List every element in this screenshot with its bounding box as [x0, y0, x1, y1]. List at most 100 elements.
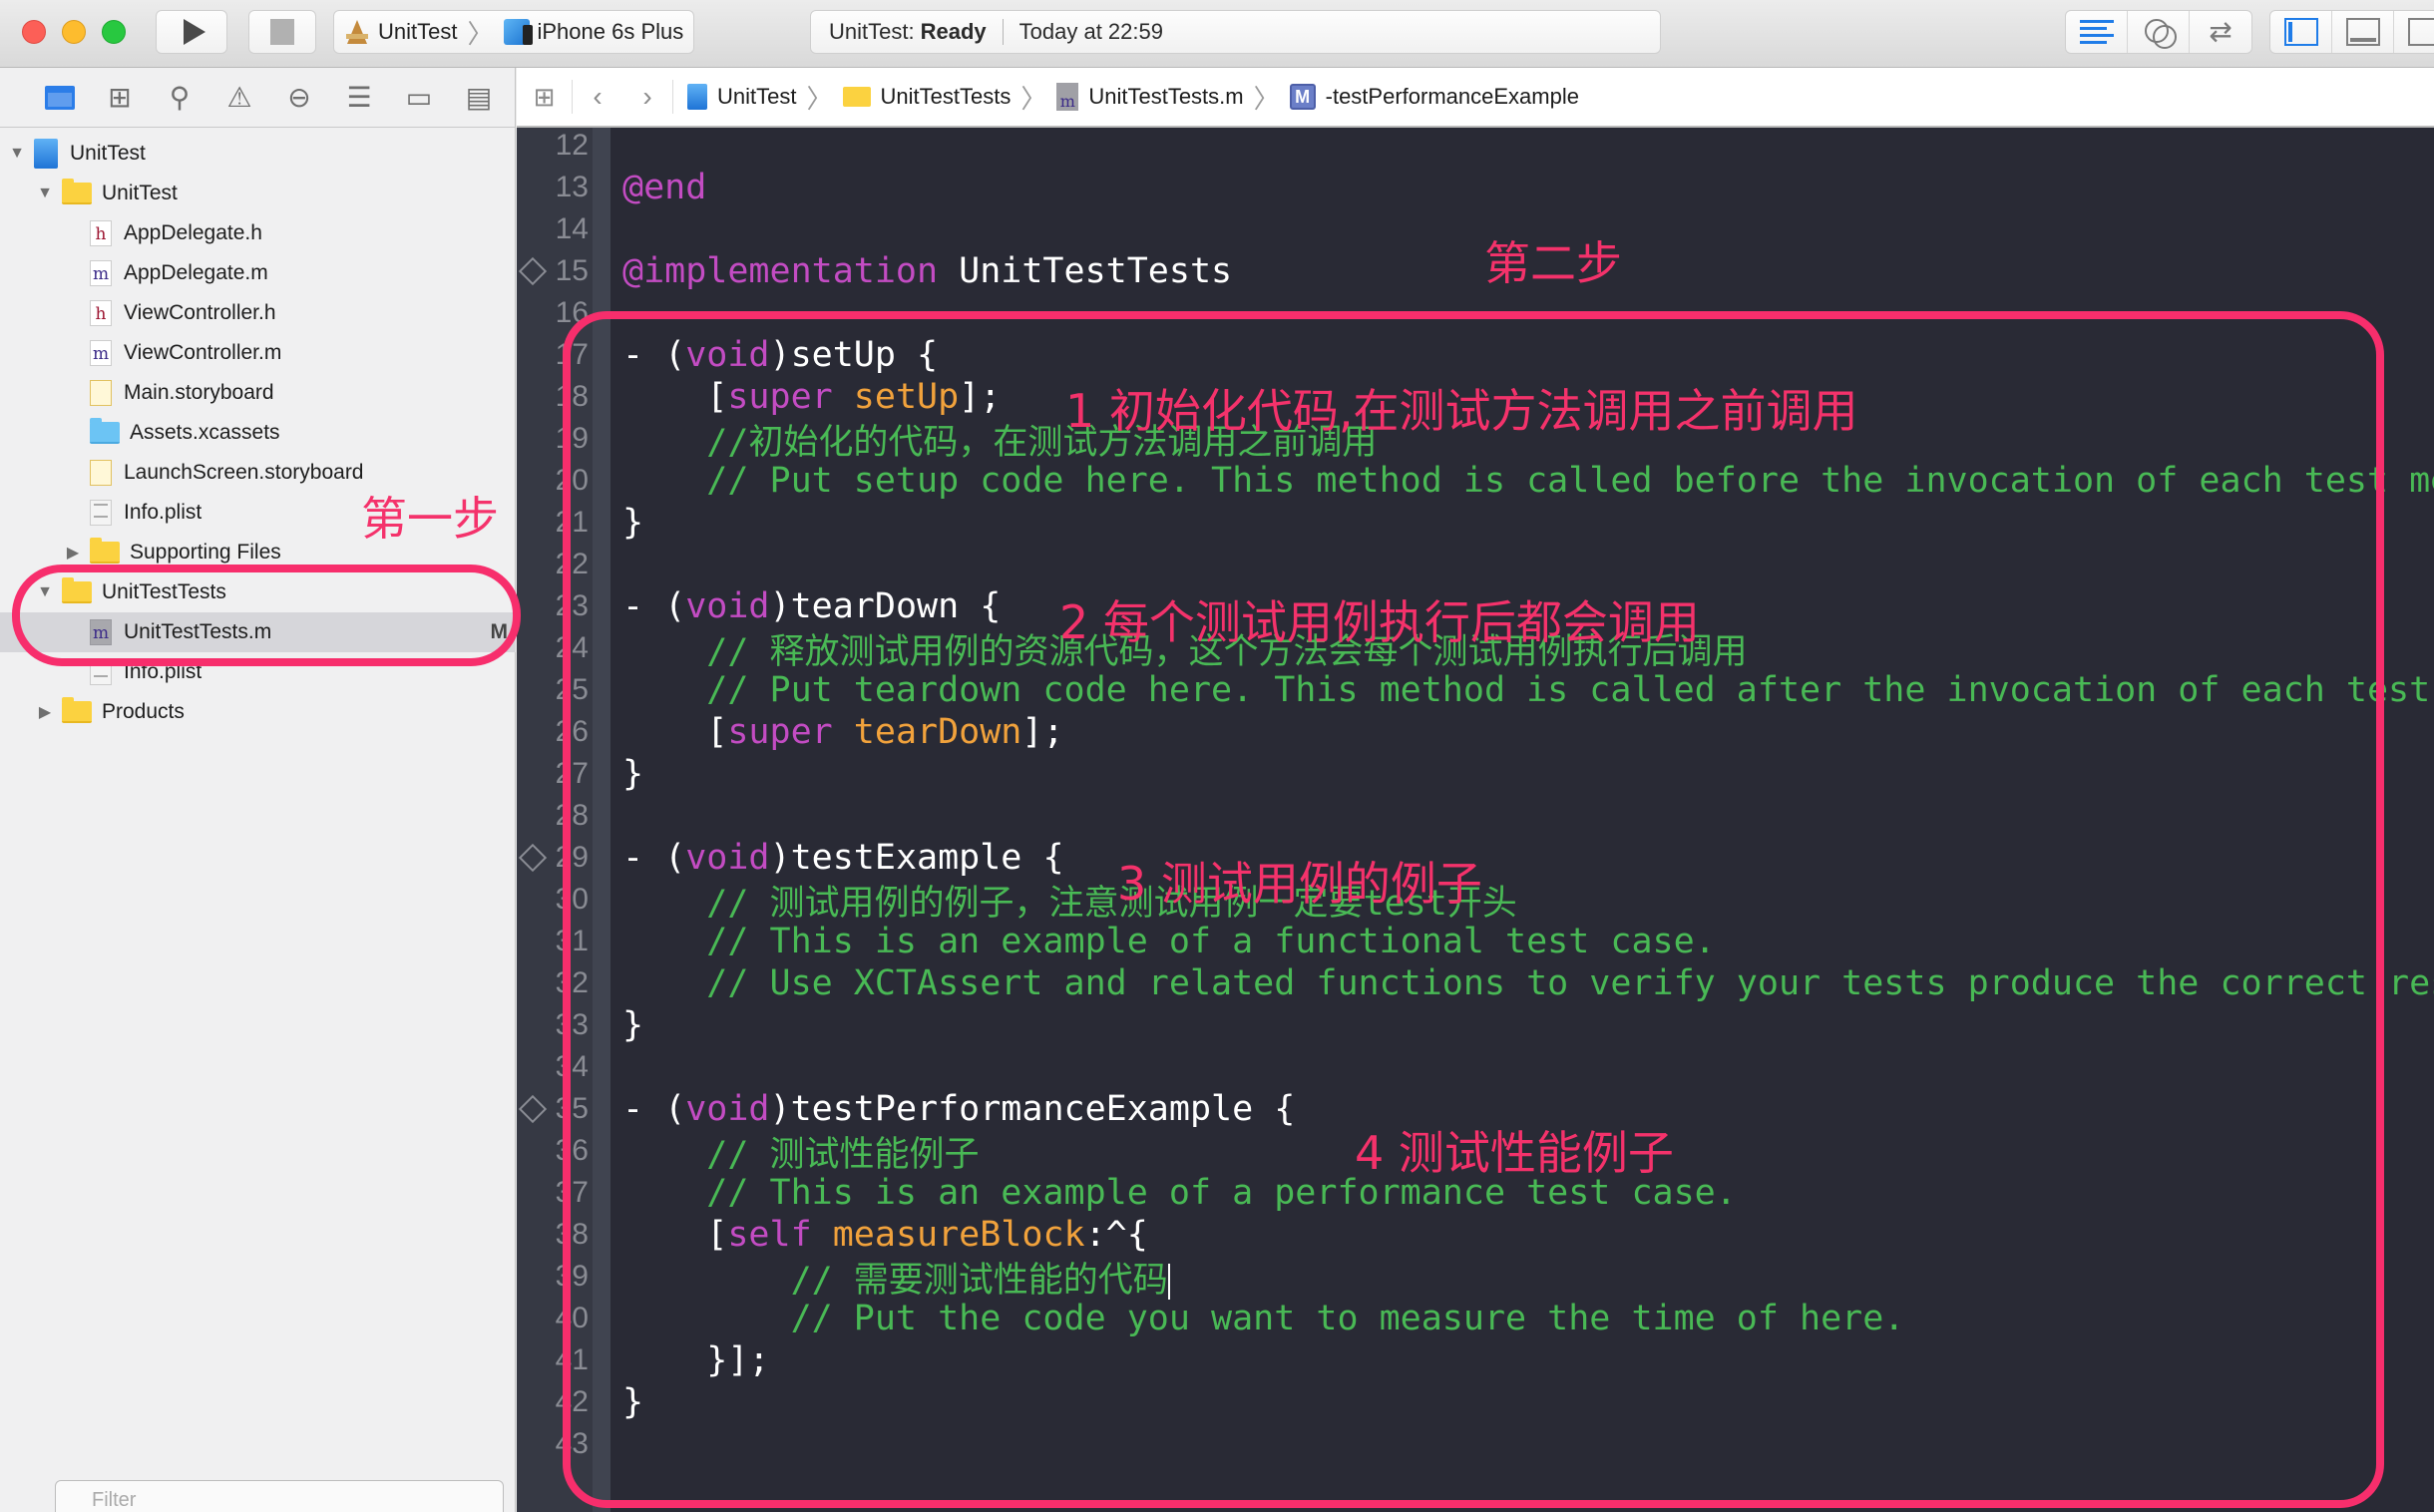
tree-item[interactable]: h AppDelegate.h [0, 213, 516, 253]
folder-icon [62, 697, 92, 723]
chevron-left-icon: ‹ [593, 81, 603, 112]
zoom-window-button[interactable] [102, 20, 126, 44]
tree-item-label: AppDelegate.m [124, 261, 268, 284]
breadcrumb-label: UnitTest [717, 84, 797, 109]
annotation-note-2: 2 每个测试用例执行后都会调用 [1059, 595, 1700, 649]
editor-mode-segmented-control: ⇄ [2065, 10, 2252, 54]
tree-item[interactable]: ▼ UnitTest [0, 174, 516, 213]
related-items-button[interactable]: ⊞ [517, 80, 573, 114]
breadcrumb-label: UnitTestTests [880, 84, 1012, 109]
tab-debug-navigator[interactable]: ☰ [329, 78, 389, 118]
assistant-editor-icon [2143, 17, 2177, 49]
stop-button[interactable] [248, 10, 316, 54]
activity-project: UnitTest: [829, 19, 915, 44]
code-text: @end [622, 168, 706, 207]
jump-bar: ⊞ ‹ › UnitTest 〉 UnitTestTests 〉 m UnitT… [517, 68, 2434, 128]
tree-item-label: AppDelegate.h [124, 221, 262, 244]
storyboard-file-icon [90, 460, 112, 486]
chevron-right-icon: › [642, 81, 652, 112]
tab-report-navigator[interactable]: ▤ [449, 78, 509, 118]
tree-item-label: ViewController.h [124, 301, 276, 324]
breadcrumb-label: -testPerformanceExample [1325, 84, 1579, 109]
toggle-navigator-button[interactable] [2270, 11, 2332, 53]
objc-file-icon: m [90, 260, 112, 286]
tree-item[interactable]: Main.storyboard [0, 373, 516, 413]
annotation-step-2: 第二步 [1484, 236, 1622, 290]
navigator-filter-input[interactable]: Filter [55, 1480, 504, 1512]
filter-placeholder: Filter [92, 1488, 137, 1511]
disclosure-expanded-icon[interactable]: ▼ [8, 145, 26, 163]
tab-breakpoint-navigator[interactable]: ▭ [389, 78, 449, 118]
tree-item[interactable]: ▶ Products [0, 692, 516, 732]
annotation-note-1: 1 初始化代码,在测试方法调用之前调用 [1065, 384, 1858, 438]
tree-item-label: Assets.xcassets [130, 421, 280, 444]
disclosure-expanded-icon[interactable]: ▼ [36, 185, 54, 202]
go-back-button[interactable]: ‹ [573, 68, 622, 126]
line-number: 15 [555, 254, 589, 287]
breadcrumb-group[interactable]: UnitTestTests [842, 84, 1012, 110]
view-toggle-segmented-control [2269, 10, 2434, 54]
activity-divider [1002, 19, 1004, 45]
breadcrumb-project[interactable]: UnitTest [687, 84, 796, 110]
code-line: 13 @end [517, 167, 2434, 208]
tree-item[interactable]: ▼ UnitTest [0, 134, 516, 174]
jumpbar-divider [672, 80, 673, 114]
asset-catalog-icon [90, 418, 120, 444]
disclosure-collapsed-icon[interactable]: ▶ [36, 703, 54, 721]
tree-item-label: ViewController.m [124, 341, 282, 364]
stop-icon [270, 19, 294, 45]
folder-icon [62, 179, 92, 204]
search-icon: ⚲ [169, 81, 191, 113]
chevron-right-icon: 〉 [806, 83, 833, 114]
close-window-button[interactable] [22, 20, 46, 44]
bottom-pane-icon [2345, 18, 2380, 46]
warning-icon: ⚠ [226, 81, 252, 113]
report-bubble-icon: ▤ [465, 81, 493, 113]
tab-test-navigator[interactable]: ⊖ [269, 78, 329, 118]
standard-editor-button[interactable] [2066, 11, 2128, 53]
breadcrumb-label: UnitTestTests.m [1088, 84, 1244, 109]
run-button[interactable] [156, 10, 227, 54]
assistant-editor-button[interactable] [2128, 11, 2190, 53]
test-diamond-icon: ⊖ [287, 81, 311, 113]
breadcrumb-method[interactable]: M -testPerformanceExample [1289, 84, 1579, 110]
window-toolbar: UnitTest 〉 iPhone 6s Plus UnitTest: Read… [0, 0, 2434, 68]
tab-find-navigator[interactable]: ⚲ [150, 78, 209, 118]
code-line: 15 @implementation UnitTestTests [517, 250, 2434, 292]
line-number: 12 [555, 129, 589, 162]
project-icon [34, 139, 58, 169]
tree-item-label: Main.storyboard [124, 381, 274, 404]
breadcrumb-file[interactable]: m UnitTestTests.m [1056, 83, 1244, 111]
activity-time: Today at 22:59 [1018, 19, 1163, 44]
line-number: 13 [555, 171, 589, 203]
annotation-highlight-file [12, 565, 521, 666]
minimize-window-button[interactable] [62, 20, 86, 44]
disclosure-collapsed-icon[interactable]: ▶ [64, 544, 82, 562]
method-icon: M [1289, 84, 1316, 110]
line-number: 14 [555, 212, 589, 245]
go-forward-button[interactable]: › [622, 68, 672, 126]
tab-symbol-navigator[interactable]: ⊞ [90, 78, 150, 118]
version-editor-icon: ⇄ [2209, 16, 2232, 47]
tree-item[interactable]: h ViewController.h [0, 293, 516, 333]
scheme-device[interactable]: iPhone 6s Plus [538, 19, 684, 45]
toggle-utilities-button[interactable] [2394, 11, 2434, 53]
scheme-selector[interactable]: UnitTest 〉 iPhone 6s Plus [333, 10, 694, 54]
tree-item[interactable]: Assets.xcassets [0, 413, 516, 453]
left-pane-icon [2283, 18, 2318, 46]
header-file-icon: h [90, 300, 112, 326]
tab-project-navigator[interactable] [30, 78, 90, 118]
version-editor-button[interactable]: ⇄ [2190, 11, 2251, 53]
chevron-right-icon: 〉 [1253, 83, 1280, 114]
chevron-right-icon: 〉 [467, 18, 494, 49]
toggle-debug-area-button[interactable] [2332, 11, 2394, 53]
tab-issue-navigator[interactable]: ⚠ [209, 78, 269, 118]
scheme-target[interactable]: UnitTest [378, 19, 457, 45]
tree-item[interactable]: m ViewController.m [0, 333, 516, 373]
debug-gauge-icon: ☰ [346, 81, 372, 113]
project-icon [687, 84, 707, 110]
tree-item[interactable]: m AppDelegate.m [0, 253, 516, 293]
